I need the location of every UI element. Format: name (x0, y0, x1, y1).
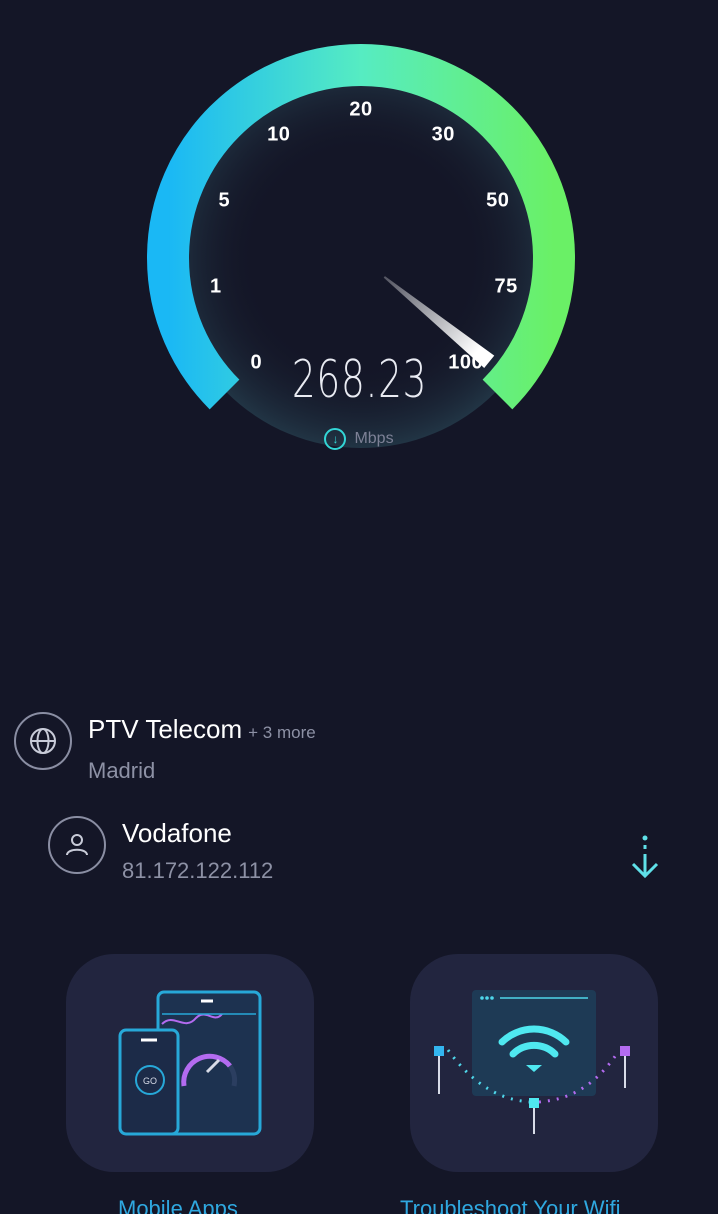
mobile-apps-icon: GO (118, 990, 262, 1136)
download-circle-icon: ↓ (324, 428, 347, 450)
troubleshoot-wifi-label[interactable]: Troubleshoot Your Wifi (400, 1196, 621, 1214)
download-arrow-icon (628, 834, 662, 887)
gauge-tick-label: 5 (218, 189, 231, 212)
troubleshoot-wifi-card[interactable] (410, 954, 658, 1172)
server-location: Madrid (88, 758, 156, 783)
gauge-tick-label: 20 (349, 98, 373, 121)
isp-name: Vodafone (122, 818, 232, 848)
speed-gauge: 0 1 5 10 20 30 50 75 100 268.23 ↓ Mbps (0, 0, 718, 470)
gauge-tick-label: 10 (267, 123, 291, 146)
gauge-tick-label: 75 (494, 275, 518, 298)
user-icon (48, 816, 106, 874)
gauge-tick-label: 50 (486, 189, 510, 212)
isp-info: Vodafone 81.172.122.112 (48, 816, 273, 884)
globe-icon (14, 712, 72, 770)
more-servers-link[interactable]: + 3 more (248, 723, 316, 742)
speedtest-screen: 0 1 5 10 20 30 50 75 100 268.23 ↓ Mbps P… (0, 0, 718, 1214)
mobile-apps-card[interactable]: GO (66, 954, 314, 1172)
gauge-tick-label: 1 (210, 275, 222, 298)
speed-value: 268.23 (291, 350, 428, 410)
server-name: PTV Telecom (88, 714, 243, 744)
mobile-apps-label[interactable]: Mobile Apps (118, 1196, 238, 1214)
gauge-tick-label: 30 (431, 123, 455, 146)
wifi-troubleshoot-icon (434, 990, 630, 1134)
server-selector[interactable]: PTV Telecom + 3 more Madrid (14, 712, 316, 784)
isp-ip: 81.172.122.112 (122, 858, 274, 883)
svg-text:GO: GO (143, 1076, 157, 1086)
speed-unit-row: ↓ Mbps (0, 428, 718, 450)
speed-unit: Mbps (354, 430, 394, 447)
